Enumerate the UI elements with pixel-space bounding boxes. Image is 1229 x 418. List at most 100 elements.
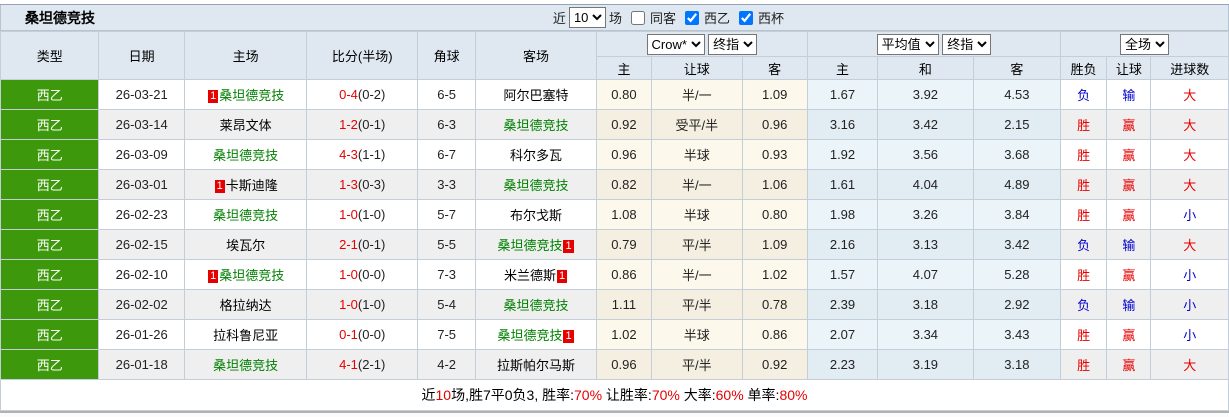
away-team-link[interactable]: 布尔戈斯	[510, 208, 562, 223]
avg-away-cell: 4.89	[972, 169, 1062, 200]
rank-badge: 1	[556, 270, 568, 283]
col-header-corner: 角球	[416, 31, 477, 80]
away-team-link[interactable]: 桑坦德竞技	[497, 238, 562, 253]
score-cell: 1-0(1-0)	[306, 199, 418, 230]
result-goals-cell: 大	[1150, 139, 1229, 170]
halftime-score: (0-1)	[357, 237, 386, 252]
away-team-link[interactable]: 桑坦德竞技	[504, 118, 569, 133]
odds-home-cell: 0.79	[595, 229, 653, 260]
rank-badge: 1	[563, 240, 574, 253]
average-stage-select[interactable]: 终指	[942, 33, 992, 55]
odds-home-cell: 0.86	[595, 259, 653, 290]
result-wdl-cell: 胜	[1060, 259, 1108, 290]
result-handicap-cell: 赢	[1106, 349, 1152, 380]
league-type-cell: 西乙	[0, 139, 100, 170]
halftime-score: (0-2)	[357, 87, 386, 102]
away-team-link[interactable]: 米兰德斯	[504, 268, 556, 283]
col-header-result-wdl: 胜负	[1060, 56, 1108, 80]
home-team-cell: 格拉纳达	[183, 289, 308, 320]
away-team-link[interactable]: 阿尔巴塞特	[504, 88, 569, 103]
away-team-link[interactable]: 桑坦德竞技	[504, 298, 569, 313]
home-team-link[interactable]: 拉科鲁尼亚	[213, 328, 278, 343]
away-team-cell: 桑坦德竞技	[475, 169, 597, 200]
away-team-link[interactable]: 科尔多瓦	[510, 148, 562, 163]
fulltime-score: 0-4	[339, 87, 358, 102]
odds-home-cell: 0.82	[595, 169, 653, 200]
result-goals-cell: 小	[1150, 199, 1229, 230]
corner-cell: 7-5	[416, 319, 477, 350]
away-team-cell: 桑坦德竞技 1	[475, 229, 597, 260]
home-team-link[interactable]: 埃瓦尔	[226, 238, 265, 253]
match-date: 26-02-02	[98, 289, 185, 320]
result-wdl-cell: 胜	[1060, 169, 1108, 200]
match-row: 西乙 26-01-26 拉科鲁尼亚 0-1(0-0) 7-5 桑坦德竞技 1 1.02 半球 0.…	[0, 319, 1229, 350]
halftime-score: (0-1)	[357, 117, 386, 132]
match-row: 西乙 26-02-10 1 桑坦德竞技 1-0(0-0) 7-3 米兰德斯 1 0.86 半/一 1…	[0, 259, 1229, 290]
away-team-link[interactable]: 桑坦德竞技	[504, 178, 569, 193]
corner-cell: 7-3	[416, 259, 477, 290]
league-type-cell: 西乙	[0, 319, 100, 350]
fulltime-score: 1-0	[339, 297, 358, 312]
result-goals-cell: 大	[1150, 109, 1229, 140]
rank-badge: 1	[214, 180, 225, 193]
col-header-home: 主场	[183, 31, 308, 80]
corner-cell: 5-5	[416, 229, 477, 260]
fulltime-score: 1-2	[339, 117, 358, 132]
cup-filter-label: 西杯	[757, 11, 784, 26]
odds-away-cell: 0.86	[741, 319, 808, 350]
away-team-cell: 布尔戈斯	[475, 199, 597, 230]
league-filter-checkbox[interactable]	[684, 10, 699, 25]
avg-away-cell: 2.15	[972, 109, 1062, 140]
avg-home-cell: 1.57	[806, 259, 879, 290]
away-team-link[interactable]: 拉斯帕尔马斯	[497, 358, 575, 373]
home-team-link[interactable]: 卡斯迪隆	[226, 178, 278, 193]
home-team-link[interactable]: 格拉纳达	[220, 298, 272, 313]
result-handicap-cell: 赢	[1106, 169, 1152, 200]
away-team-cell: 米兰德斯 1	[475, 259, 597, 290]
games-count-select[interactable]: 10	[568, 7, 606, 28]
odds-away-cell: 1.09	[741, 229, 808, 260]
home-team-cell: 1 桑坦德竞技	[183, 79, 308, 110]
corner-cell: 6-7	[416, 139, 477, 170]
cup-filter-checkbox[interactable]	[738, 10, 753, 25]
avg-away-cell: 3.68	[972, 139, 1062, 170]
score-cell: 1-0(1-0)	[306, 289, 418, 320]
avg-away-cell: 2.92	[972, 289, 1062, 320]
col-header-type: 类型	[0, 31, 100, 80]
match-date: 26-01-18	[98, 349, 185, 380]
home-team-link[interactable]: 桑坦德竞技	[219, 88, 284, 103]
result-goals-cell: 大	[1150, 79, 1229, 110]
score-cell: 0-1(0-0)	[306, 319, 418, 350]
away-team-link[interactable]: 桑坦德竞技	[497, 328, 562, 343]
avg-away-cell: 4.53	[972, 79, 1062, 110]
result-wdl-cell: 胜	[1060, 349, 1108, 380]
col-header-avg-home: 主	[806, 56, 879, 80]
bookmaker-stage-select[interactable]: 终指	[708, 33, 758, 55]
average-select[interactable]: 平均值	[876, 33, 939, 55]
average-odds-group-header: 平均值 终指	[806, 31, 1062, 57]
bookmaker-select[interactable]: Crow*	[646, 33, 705, 55]
avg-draw-cell: 3.42	[877, 109, 974, 140]
halftime-score: (1-0)	[357, 297, 386, 312]
same-venue-checkbox[interactable]	[630, 10, 645, 25]
summary-segment: 70%	[651, 387, 680, 403]
score-cell: 1-2(0-1)	[306, 109, 418, 140]
col-header-score: 比分(半场)	[306, 31, 418, 80]
match-row: 西乙 26-02-15 埃瓦尔 2-1(0-1) 5-5 桑坦德竞技 1 0.79 平/半 1.0…	[0, 229, 1229, 260]
col-header-date: 日期	[98, 31, 185, 80]
result-handicap-cell: 赢	[1106, 199, 1152, 230]
odds-away-cell: 0.93	[741, 139, 808, 170]
result-wdl-cell: 负	[1060, 79, 1108, 110]
col-header-result-goals: 进球数	[1150, 56, 1229, 80]
home-team-cell: 1 卡斯迪隆	[183, 169, 308, 200]
summary-segment: 70%	[574, 387, 603, 403]
home-team-link[interactable]: 桑坦德竞技	[213, 148, 278, 163]
home-team-link[interactable]: 桑坦德竞技	[213, 208, 278, 223]
home-team-link[interactable]: 桑坦德竞技	[219, 268, 284, 283]
bottom-divider	[0, 411, 1229, 417]
home-team-link[interactable]: 莱昂文体	[220, 118, 272, 133]
score-cell: 4-3(1-1)	[306, 139, 418, 170]
col-header-away: 客场	[475, 31, 597, 80]
home-team-link[interactable]: 桑坦德竞技	[213, 358, 278, 373]
scope-select[interactable]: 全场	[1120, 33, 1170, 55]
